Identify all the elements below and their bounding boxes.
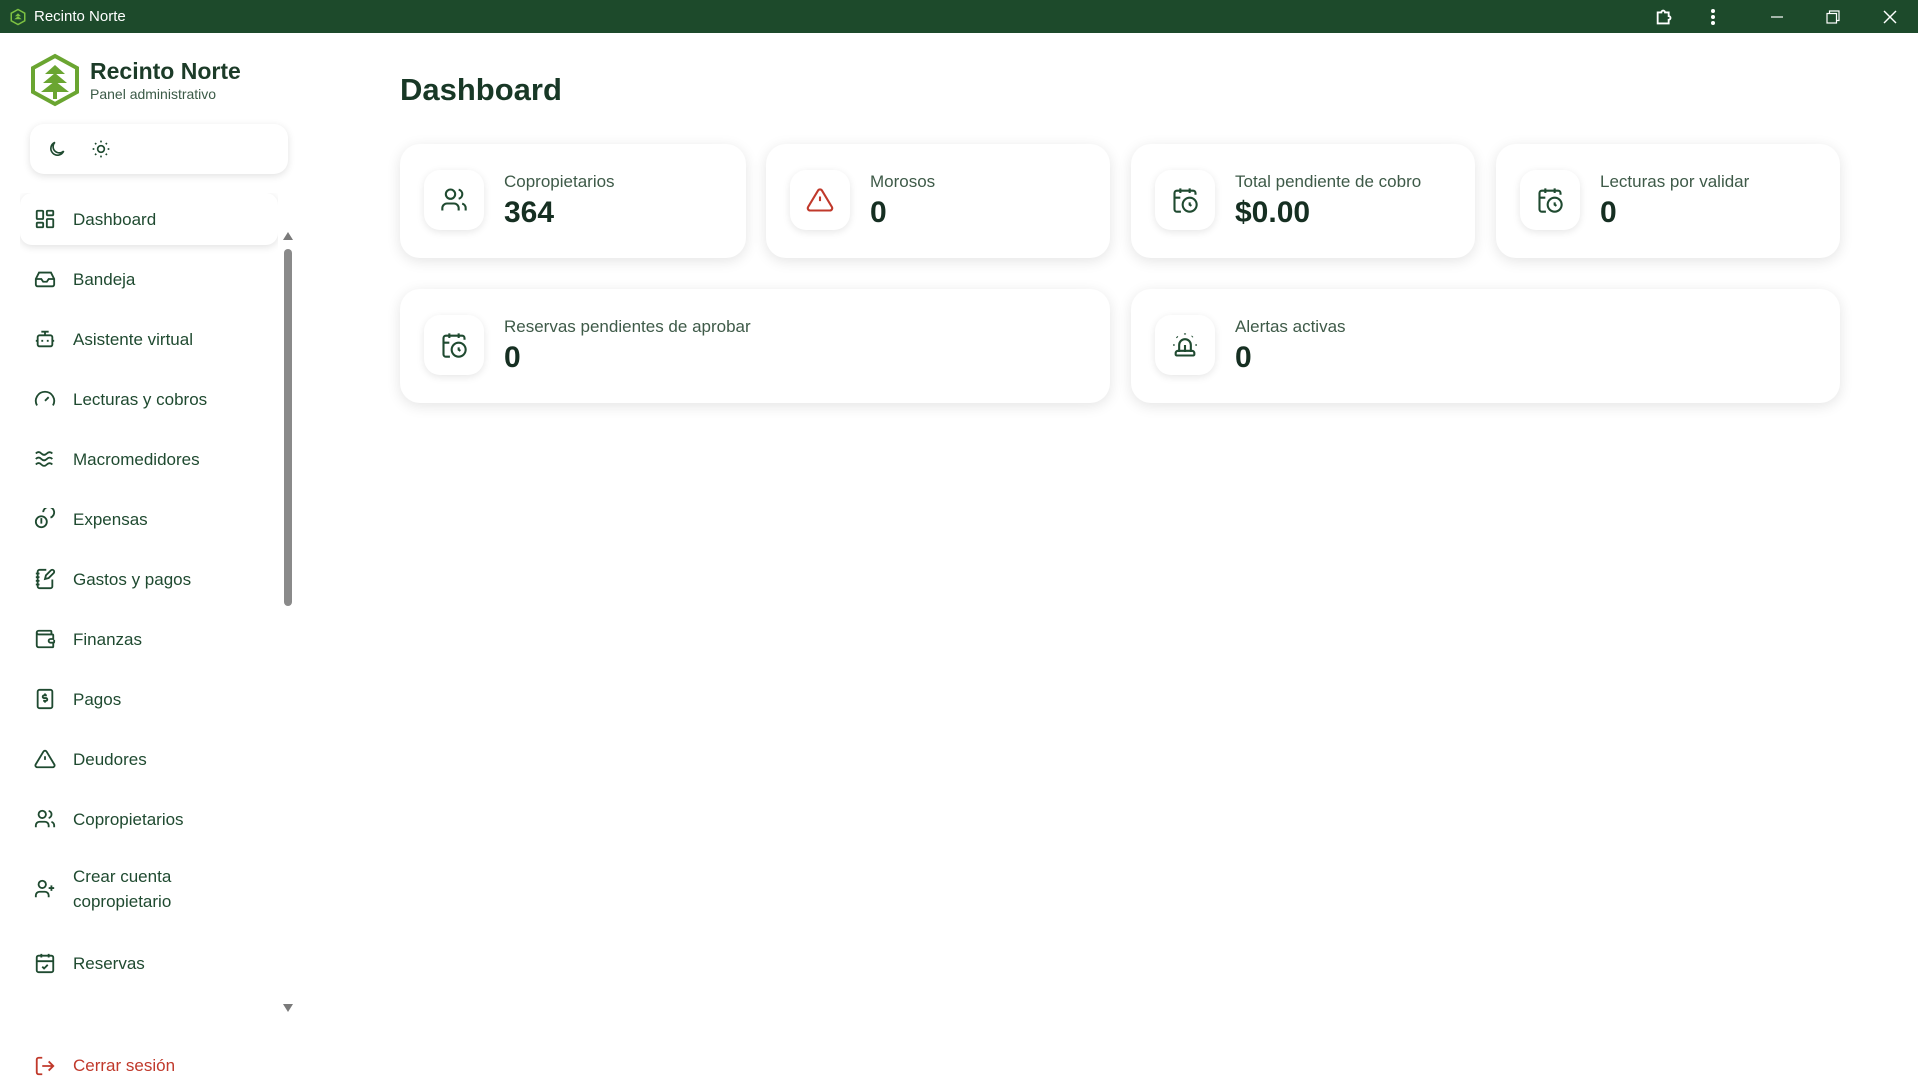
sidebar-item-macromedidores[interactable]: Macromedidores — [20, 433, 278, 485]
wallet-icon — [34, 628, 56, 650]
window-title: Recinto Norte — [34, 8, 126, 25]
bot-icon — [34, 328, 56, 350]
sidebar-item-gastos-pagos[interactable]: Gastos y pagos — [20, 553, 278, 605]
stat-value: 0 — [1235, 341, 1252, 374]
minimize-button[interactable] — [1754, 0, 1800, 33]
sidebar-item-deudores[interactable]: Deudores — [20, 733, 278, 785]
logout-icon — [34, 1055, 56, 1077]
receipt-icon — [34, 688, 56, 710]
sidebar-item-label: Macromedidores — [73, 449, 200, 469]
stat-label: Reservas pendientes de aprobar — [504, 317, 751, 336]
sidebar-item-crear-cuenta[interactable]: Crear cuenta copropietario — [20, 853, 278, 925]
warning-icon — [34, 748, 56, 770]
logout-label: Cerrar sesión — [73, 1056, 176, 1075]
logo-icon — [28, 53, 82, 107]
brand: Recinto Norte Panel administrativo — [28, 53, 241, 107]
page-title: Dashboard — [400, 72, 562, 107]
sidebar-item-lecturas-cobros[interactable]: Lecturas y cobros — [20, 373, 278, 425]
sidebar-item-label: Bandeja — [73, 269, 136, 289]
sidebar-item-label: Lecturas y cobros — [73, 389, 208, 409]
stat-value: 0 — [1600, 196, 1617, 229]
users-icon — [424, 170, 484, 230]
stat-label: Morosos — [870, 172, 936, 191]
sidebar-item-reservas[interactable]: Reservas — [20, 937, 278, 989]
sidebar-item-label: Asistente virtual — [73, 329, 193, 349]
sidebar-item-finanzas[interactable]: Finanzas — [20, 613, 278, 665]
window-titlebar: Recinto Norte — [0, 0, 1918, 33]
calendar-check-icon — [34, 952, 56, 974]
stat-card-lecturas-validar: Lecturas por validar 0 — [1496, 144, 1840, 258]
sidebar-item-asistente-virtual[interactable]: Asistente virtual — [20, 313, 278, 365]
calendar-clock-icon — [1155, 170, 1215, 230]
waves-icon — [34, 448, 56, 470]
sidebar-nav: Dashboard Bandeja Asistente virtual Lect… — [20, 193, 278, 1026]
user-plus-icon — [34, 878, 56, 900]
stat-value: 0 — [870, 196, 887, 229]
dashboard-icon — [34, 208, 56, 230]
sidebar-item-label: Reservas — [73, 953, 145, 973]
stat-label: Alertas activas — [1235, 317, 1346, 336]
stat-card-alertas-activas: Alertas activas 0 — [1131, 289, 1840, 403]
theme-toggle — [30, 124, 288, 174]
sidebar-item-copropietarios[interactable]: Copropietarios — [20, 793, 278, 845]
users-icon — [34, 808, 56, 830]
gauge-icon — [34, 388, 56, 410]
sidebar-item-label: Finanzas — [73, 629, 142, 649]
coins-icon — [34, 508, 56, 530]
stat-label: Lecturas por validar — [1600, 172, 1750, 191]
extensions-icon[interactable] — [1642, 0, 1688, 33]
restore-button[interactable] — [1810, 0, 1856, 33]
sidebar-item-label: Copropietarios — [73, 809, 184, 829]
sun-icon[interactable] — [88, 136, 114, 162]
sidebar-item-pagos[interactable]: Pagos — [20, 673, 278, 725]
inbox-icon — [34, 268, 56, 290]
scroll-down-arrow-icon[interactable] — [282, 1003, 294, 1013]
sidebar: Recinto Norte Panel administrativo Dashb… — [0, 33, 300, 1077]
calendar-clock-icon — [424, 315, 484, 375]
stat-card-total-pendiente: Total pendiente de cobro $0.00 — [1131, 144, 1475, 258]
sidebar-item-label: Expensas — [73, 509, 148, 529]
sidebar-item-bandeja[interactable]: Bandeja — [20, 253, 278, 305]
app-icon — [9, 8, 27, 26]
sidebar-scrollbar[interactable] — [282, 231, 294, 1013]
stat-card-morosos: Morosos 0 — [766, 144, 1110, 258]
brand-subtitle: Panel administrativo — [90, 86, 217, 102]
stat-label: Total pendiente de cobro — [1235, 172, 1422, 191]
stat-value: 364 — [504, 196, 555, 229]
close-button[interactable] — [1867, 0, 1913, 33]
stat-card-copropietarios: Copropietarios 364 — [400, 144, 746, 258]
sidebar-item-label: Dashboard — [73, 209, 157, 229]
stat-value: $0.00 — [1235, 196, 1311, 229]
logout-button[interactable]: Cerrar sesión — [34, 1055, 175, 1077]
stat-card-reservas-pendientes: Reservas pendientes de aprobar 0 — [400, 289, 1110, 403]
scrollbar-thumb[interactable] — [284, 249, 292, 606]
notebook-pen-icon — [34, 568, 56, 590]
moon-icon[interactable] — [44, 136, 70, 162]
stat-label: Copropietarios — [504, 172, 615, 191]
sidebar-item-label: Pagos — [73, 689, 122, 709]
brand-name: Recinto Norte — [90, 58, 241, 84]
calendar-clock-icon — [1520, 170, 1580, 230]
sidebar-item-dashboard[interactable]: Dashboard — [20, 193, 278, 245]
scroll-up-arrow-icon[interactable] — [282, 231, 294, 241]
siren-icon — [1155, 315, 1215, 375]
more-menu-icon[interactable] — [1690, 0, 1736, 33]
sidebar-item-label: Crear cuenta copropietario — [73, 867, 172, 911]
warning-icon — [790, 170, 850, 230]
sidebar-item-label: Deudores — [73, 749, 147, 769]
sidebar-item-label: Gastos y pagos — [73, 569, 192, 589]
sidebar-item-expensas[interactable]: Expensas — [20, 493, 278, 545]
stat-value: 0 — [504, 341, 521, 374]
